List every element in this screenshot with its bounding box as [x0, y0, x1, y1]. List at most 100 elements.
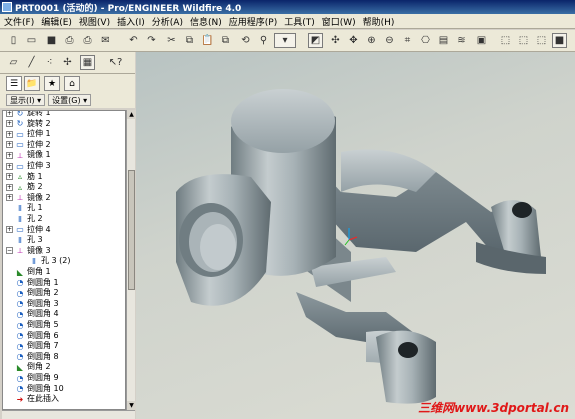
datum-axis-icon[interactable]: ╱ — [24, 55, 39, 70]
datum-csys-icon[interactable]: ✢ — [60, 55, 75, 70]
open-folder-icon[interactable]: ▭ — [24, 33, 39, 48]
menu-window[interactable]: 窗口(W) — [322, 15, 356, 28]
hidden-line-icon[interactable]: ⬚ — [516, 33, 531, 48]
tree-item[interactable]: ◔ 倒圆角 7 — [15, 341, 59, 351]
tree-item[interactable]: + ▭ 拉伸 4 — [6, 225, 51, 235]
datum-point-icon[interactable]: ⁖ — [42, 55, 57, 70]
model-tree-scrollbar[interactable]: ▲ ▼ — [126, 110, 136, 410]
tree-item[interactable]: + ▭ 拉伸 2 — [6, 140, 51, 150]
tree-item[interactable]: + ▵ 筋 2 — [6, 182, 43, 192]
tree-item[interactable]: Ⅱ 孔 2 — [15, 214, 43, 224]
tree-item[interactable]: Ⅱ 孔 1 — [15, 203, 43, 213]
tree-item[interactable]: + ⟂ 镜像 1 — [6, 150, 51, 160]
menu-applications[interactable]: 应用程序(P) — [229, 15, 277, 28]
tree-item[interactable]: ◔ 倒圆角 3 — [15, 299, 59, 309]
expand-icon[interactable]: + — [6, 194, 13, 202]
tree-item[interactable]: Ⅱ 孔 3 — [15, 235, 43, 245]
saved-views-icon[interactable]: ▤ — [436, 33, 451, 48]
collapse-icon[interactable]: − — [6, 247, 13, 255]
tree-item[interactable]: + ▭ 拉伸 1 — [6, 129, 51, 139]
new-file-icon[interactable]: ▯ — [6, 33, 21, 48]
refit-icon[interactable]: ⌗ — [400, 33, 415, 48]
wireframe-icon[interactable]: ⬚ — [498, 33, 513, 48]
reorient-icon[interactable]: ⎔ — [418, 33, 433, 48]
favorites-tab-icon[interactable]: ★ — [44, 76, 60, 91]
whats-this-help-icon[interactable]: ↖? — [108, 55, 123, 70]
tree-item[interactable]: ◔ 倒圆角 10 — [15, 384, 64, 394]
hole-icon: Ⅱ — [18, 235, 22, 245]
tree-item[interactable]: ◔ 倒圆角 4 — [15, 309, 59, 319]
menu-edit[interactable]: 编辑(E) — [41, 15, 72, 28]
menu-info[interactable]: 信息(N) — [190, 15, 222, 28]
expand-icon[interactable]: + — [6, 183, 13, 191]
annotation-icon[interactable]: ▦ — [80, 55, 95, 70]
tree-item-label: 孔 2 — [27, 214, 43, 223]
settings-dropdown[interactable]: 设置(G) ▾ — [48, 94, 92, 106]
expand-icon[interactable]: + — [6, 162, 13, 170]
paste-special-icon[interactable]: ⧉ — [218, 33, 233, 48]
menu-insert[interactable]: 插入(I) — [117, 15, 145, 28]
redo-icon[interactable]: ↷ — [144, 33, 159, 48]
tree-item[interactable]: + ▭ 拉伸 3 — [6, 161, 51, 171]
cut-icon[interactable]: ✂ — [164, 33, 179, 48]
tree-item[interactable]: Ⅱ 孔 3 (2) — [29, 256, 70, 266]
connections-tab-icon[interactable]: ⌂ — [64, 76, 80, 91]
no-hidden-icon[interactable]: ⬚ — [534, 33, 549, 48]
copy-icon[interactable]: ⧉ — [182, 33, 197, 48]
zoom-out-icon[interactable]: ⊖ — [382, 33, 397, 48]
expand-icon[interactable]: + — [6, 120, 13, 128]
expand-icon[interactable]: + — [6, 151, 13, 159]
tree-item[interactable]: ◣ 倒角 2 — [15, 362, 51, 372]
scroll-up-icon[interactable]: ▲ — [127, 110, 136, 119]
zoom-in-icon[interactable]: ⊕ — [364, 33, 379, 48]
expand-icon[interactable]: + — [6, 226, 13, 234]
save-icon[interactable]: ■ — [44, 33, 59, 48]
tree-item[interactable]: ➜ 在此插入 — [15, 394, 59, 404]
tree-item[interactable]: ◔ 倒圆角 8 — [15, 352, 59, 362]
tree-item[interactable]: ◔ 倒圆角 2 — [15, 288, 59, 298]
layers-icon[interactable]: ≋ — [454, 33, 469, 48]
tree-item[interactable]: + ▵ 筋 1 — [6, 172, 43, 182]
spin-center-icon[interactable]: ✣ — [328, 33, 343, 48]
graphics-viewport[interactable]: 三维网www.3dportal.cn — [136, 52, 575, 419]
scroll-thumb[interactable] — [128, 170, 135, 290]
tree-item[interactable]: − ⟂ 镜像 3 — [6, 246, 51, 256]
view-manager-icon[interactable]: ▣ — [474, 33, 489, 48]
print-icon[interactable]: ⎙ — [62, 33, 77, 48]
tree-item[interactable]: ◣ 倒角 1 — [15, 267, 51, 277]
model-tree-hscrollbar[interactable] — [2, 410, 135, 419]
tree-item[interactable]: ◔ 倒圆角 1 — [15, 278, 59, 288]
menu-help[interactable]: 帮助(H) — [363, 15, 395, 28]
tree-item[interactable]: + ⟂ 镜像 2 — [6, 193, 51, 203]
tree-item[interactable]: ◔ 倒圆角 6 — [15, 331, 59, 341]
expand-icon[interactable]: + — [6, 111, 13, 117]
paste-icon[interactable]: 📋 — [200, 33, 215, 48]
expand-icon[interactable]: + — [6, 141, 13, 149]
menu-tools[interactable]: 工具(T) — [284, 15, 315, 28]
scroll-down-icon[interactable]: ▼ — [127, 401, 136, 410]
tree-item-label: 倒圆角 4 — [27, 309, 59, 319]
show-dropdown[interactable]: 显示(I) ▾ — [6, 94, 46, 106]
tree-item[interactable]: ◔ 倒圆角 5 — [15, 320, 59, 330]
menu-analysis[interactable]: 分析(A) — [152, 15, 183, 28]
menu-view[interactable]: 视图(V) — [79, 15, 110, 28]
expand-icon[interactable]: + — [6, 130, 13, 138]
datum-plane-icon[interactable]: ▱ — [6, 55, 21, 70]
expand-icon[interactable]: + — [6, 173, 13, 181]
folder-browser-tab-icon[interactable]: 📁 — [24, 76, 40, 91]
selection-filter-dropdown[interactable]: ▾ — [274, 33, 296, 48]
tree-item[interactable]: + ↻ 旋转 1 — [6, 111, 51, 118]
orient-mode-icon[interactable]: ✥ — [346, 33, 361, 48]
undo-icon[interactable]: ↶ — [126, 33, 141, 48]
email-icon[interactable]: ✉ — [98, 33, 113, 48]
mirror-icon: ⟂ — [17, 150, 23, 160]
find-icon[interactable]: ⚲ — [256, 33, 271, 48]
shading-icon[interactable]: ■ — [552, 33, 567, 48]
repaint-icon[interactable]: ◩ — [308, 33, 323, 48]
print-preview-icon[interactable]: ⎙ — [80, 33, 95, 48]
tree-item[interactable]: ◔ 倒圆角 9 — [15, 373, 59, 383]
regenerate-icon[interactable]: ⟲ — [238, 33, 253, 48]
menu-file[interactable]: 文件(F) — [4, 15, 34, 28]
tree-item[interactable]: + ↻ 旋转 2 — [6, 119, 51, 129]
model-tree-tab-icon[interactable]: ☰ — [6, 76, 22, 91]
